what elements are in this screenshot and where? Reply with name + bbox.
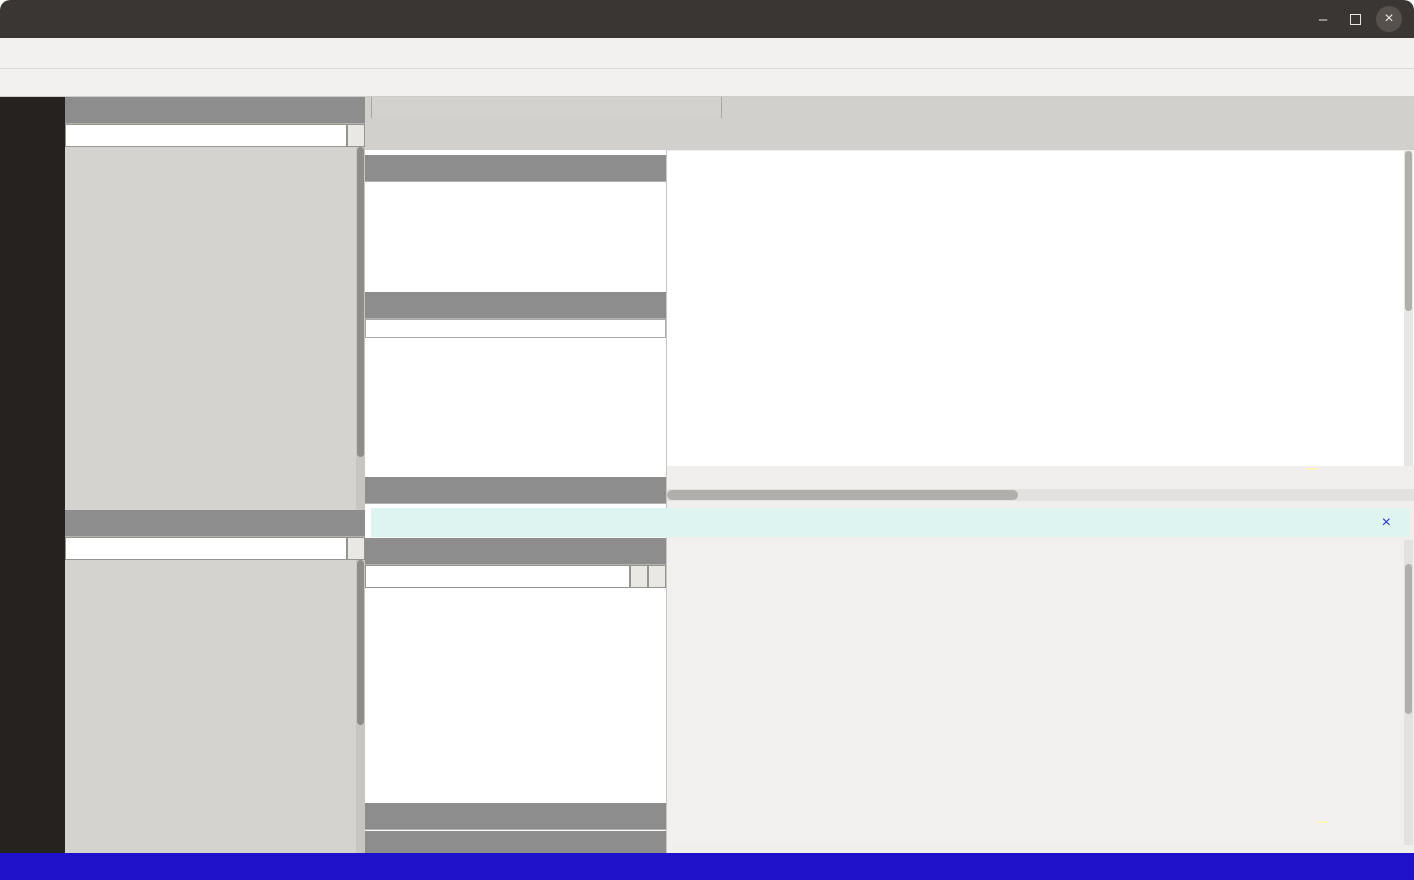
main-area: × bbox=[365, 97, 1414, 853]
form-vscrollbar[interactable] bbox=[1404, 151, 1413, 466]
link-icon bbox=[383, 515, 398, 530]
left-dock bbox=[365, 150, 667, 853]
status-bar bbox=[0, 853, 1414, 880]
sidebar bbox=[65, 97, 365, 853]
tables-refresh-button[interactable] bbox=[347, 537, 365, 560]
cell-data-panel-header[interactable] bbox=[365, 477, 666, 504]
connections-panel-header[interactable] bbox=[65, 97, 365, 124]
connections-scrollbar[interactable] bbox=[356, 147, 365, 510]
dbgate-window: – × bbox=[0, 0, 1414, 880]
rows-count-badge bbox=[1316, 821, 1328, 823]
minimize-button[interactable]: – bbox=[1310, 6, 1336, 32]
master-close-button[interactable]: × bbox=[1382, 514, 1397, 532]
connections-search-row bbox=[65, 124, 365, 147]
tables-search-input[interactable] bbox=[65, 537, 347, 560]
maximize-button[interactable] bbox=[1342, 6, 1368, 32]
tabstrip bbox=[365, 97, 1414, 150]
tab-group-header bbox=[371, 97, 722, 118]
tables-scrollbar[interactable] bbox=[356, 560, 365, 853]
form-hscrollbar[interactable] bbox=[667, 489, 1414, 501]
close-icon: × bbox=[1382, 514, 1391, 532]
menubar bbox=[0, 38, 1414, 68]
master-detail-bar: × bbox=[371, 508, 1409, 537]
references-panel bbox=[365, 292, 666, 342]
detail-grid bbox=[667, 540, 1414, 845]
references-search-input[interactable] bbox=[365, 319, 666, 338]
references-panel-bottom bbox=[365, 803, 666, 830]
columns-show-button[interactable] bbox=[648, 565, 666, 588]
icon-rail bbox=[0, 97, 65, 853]
filters-panel-header[interactable] bbox=[365, 155, 666, 182]
titlebar: – × bbox=[0, 0, 1414, 38]
database-icon bbox=[538, 102, 550, 114]
connections-tree bbox=[65, 147, 365, 510]
row-counter-badge bbox=[1306, 468, 1318, 470]
columns-list bbox=[365, 588, 666, 592]
tables-tree bbox=[65, 560, 365, 853]
references-panel-header[interactable] bbox=[365, 292, 666, 319]
columns-search-row bbox=[365, 565, 666, 588]
columns-panel bbox=[365, 538, 666, 592]
references-bottom-header[interactable] bbox=[365, 803, 666, 830]
toolbar bbox=[0, 68, 1414, 97]
columns-hide-button[interactable] bbox=[630, 565, 648, 588]
connections-search-input[interactable] bbox=[65, 124, 347, 147]
columns-panel-header[interactable] bbox=[365, 538, 666, 565]
cell-data-panel bbox=[365, 477, 666, 504]
window-title bbox=[0, 0, 1414, 38]
filters-panel bbox=[365, 155, 666, 190]
form-view bbox=[667, 151, 1414, 466]
maximize-icon bbox=[1350, 14, 1361, 25]
tables-search-row bbox=[65, 537, 365, 560]
columns-search-input[interactable] bbox=[365, 565, 630, 588]
tables-panel-header[interactable] bbox=[65, 510, 365, 537]
connections-refresh-button[interactable] bbox=[347, 124, 365, 147]
grid-vscrollbar[interactable] bbox=[1404, 540, 1413, 845]
close-button[interactable]: × bbox=[1376, 6, 1402, 32]
